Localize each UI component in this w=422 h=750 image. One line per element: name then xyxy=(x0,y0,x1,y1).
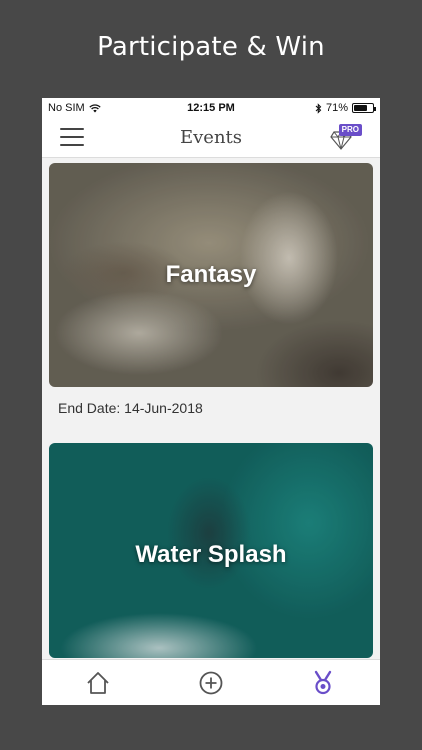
tab-bar xyxy=(42,659,380,705)
tab-awards[interactable] xyxy=(310,670,336,696)
pro-upgrade-button[interactable]: PRO xyxy=(330,124,362,152)
bluetooth-icon xyxy=(315,102,322,114)
battery-percent: 71% xyxy=(325,102,348,114)
event-card-water-splash[interactable]: Water Splash xyxy=(49,443,373,658)
tab-home[interactable] xyxy=(85,670,111,696)
nav-bar: Events PRO xyxy=(42,118,380,158)
status-bar: No SIM 12:15 PM 71% xyxy=(42,98,380,118)
pro-badge: PRO xyxy=(338,124,362,136)
phone-screen: No SIM 12:15 PM 71% Events PRO Fantasy E… xyxy=(42,98,380,705)
add-circle-icon xyxy=(199,671,223,695)
event-end-date: End Date: 14-Jun-2018 xyxy=(58,400,203,416)
events-list: Fantasy End Date: 14-Jun-2018 Water Spla… xyxy=(42,159,380,659)
event-title: Fantasy xyxy=(165,261,257,288)
home-icon xyxy=(87,672,109,694)
promo-headline: Participate & Win xyxy=(97,32,325,62)
medal-icon xyxy=(314,670,332,695)
tab-add[interactable] xyxy=(198,670,224,696)
battery-icon xyxy=(352,103,376,113)
event-card-fantasy[interactable]: Fantasy xyxy=(49,163,373,387)
event-title: Water Splash xyxy=(135,541,287,568)
